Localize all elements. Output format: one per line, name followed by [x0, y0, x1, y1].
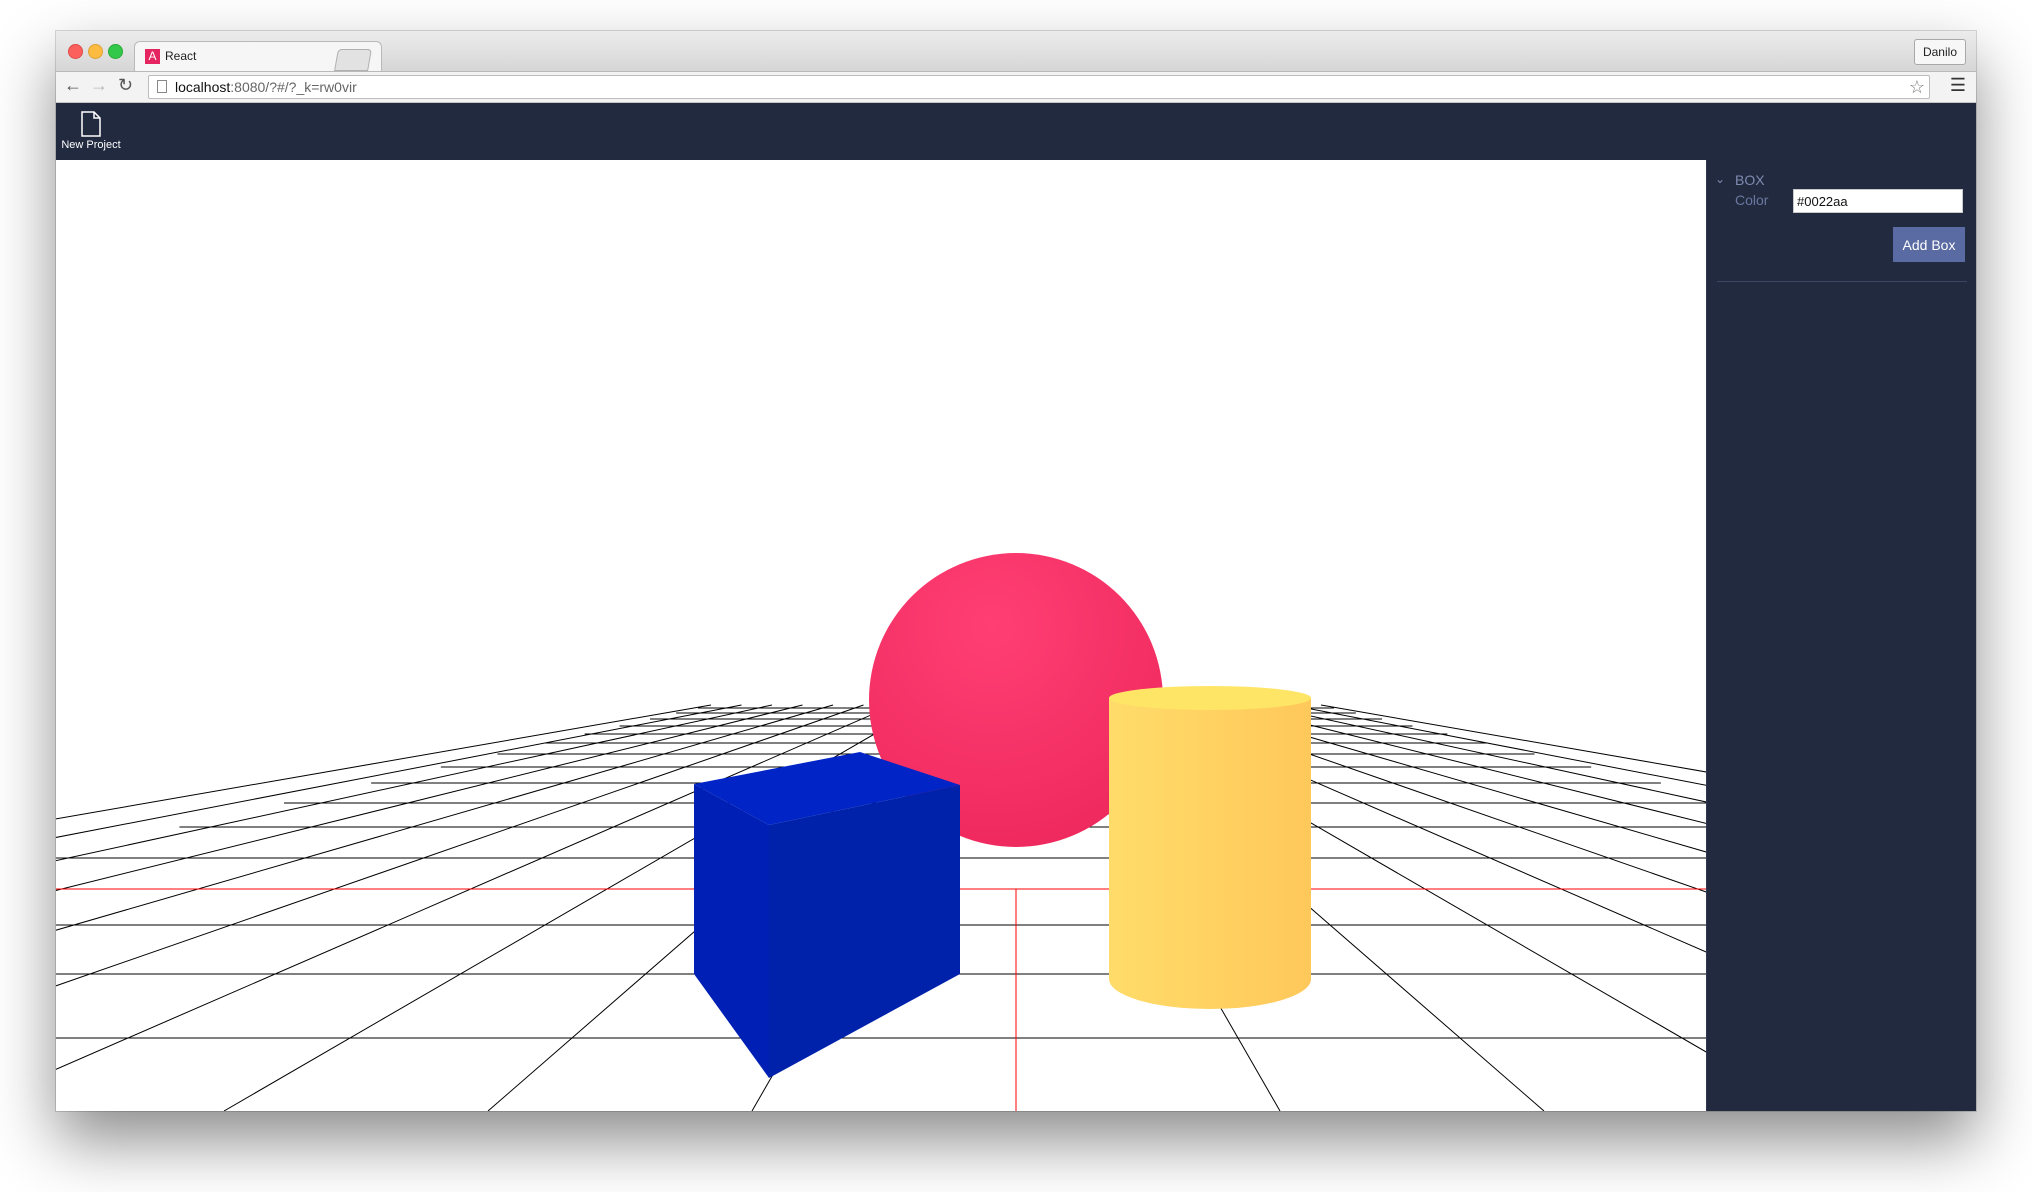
color-label: Color [1735, 192, 1769, 208]
color-input[interactable] [1793, 189, 1963, 213]
cylinder-object[interactable] [1109, 686, 1311, 1009]
browser-window: A React × Danilo ← → ↻ localhost:8080/?#… [56, 31, 1976, 1111]
box-object[interactable] [694, 752, 960, 1078]
app-header: New Project [56, 103, 1976, 160]
grid-line [56, 704, 742, 838]
tab-title: React [165, 49, 197, 63]
properties-sidebar: ⌄ BOX Color Add Box [1706, 160, 1976, 1111]
grid-line [1290, 704, 1706, 786]
bookmark-star-icon[interactable]: ☆ [1909, 77, 1925, 98]
new-tab-button[interactable] [334, 49, 372, 71]
forward-arrow-icon[interactable]: → [90, 75, 108, 96]
section-title[interactable]: BOX [1735, 172, 1765, 188]
new-project-label: New Project [61, 139, 121, 151]
maximize-window-button[interactable] [108, 44, 123, 59]
url-text[interactable]: localhost:8080/?#/?_k=rw0vir [175, 79, 357, 95]
url-host: localhost [175, 79, 231, 95]
reload-icon[interactable]: ↻ [118, 75, 133, 96]
menu-icon[interactable]: ☰ [1950, 75, 1966, 96]
back-arrow-icon[interactable]: ← [64, 75, 82, 96]
page-icon [157, 80, 167, 93]
new-project-button[interactable]: New Project [60, 105, 122, 157]
profile-button[interactable]: Danilo [1913, 39, 1966, 65]
url-path: :8080/?#/?_k=rw0vir [230, 79, 357, 95]
grid-line [1320, 704, 1706, 773]
grid-line [56, 704, 712, 820]
browser-toolbar: ← → ↻ localhost:8080/?#/?_k=rw0vir ☆ ☰ [56, 72, 1976, 103]
close-window-button[interactable] [68, 44, 83, 59]
file-icon [81, 111, 101, 137]
react-favicon-icon: A [145, 49, 160, 64]
grid-line [56, 704, 803, 891]
scene-canvas [56, 553, 1706, 1111]
grid-line [56, 704, 773, 862]
minimize-window-button[interactable] [88, 44, 103, 59]
grid-line [1259, 704, 1706, 803]
sidebar-divider [1717, 281, 1967, 282]
chevron-down-icon[interactable]: ⌄ [1715, 172, 1725, 186]
add-box-button[interactable]: Add Box [1893, 227, 1965, 262]
3d-viewport[interactable] [56, 160, 1706, 1111]
address-bar[interactable]: localhost:8080/?#/?_k=rw0vir ☆ [148, 75, 1930, 99]
tab-strip: A React × Danilo [56, 31, 1976, 72]
